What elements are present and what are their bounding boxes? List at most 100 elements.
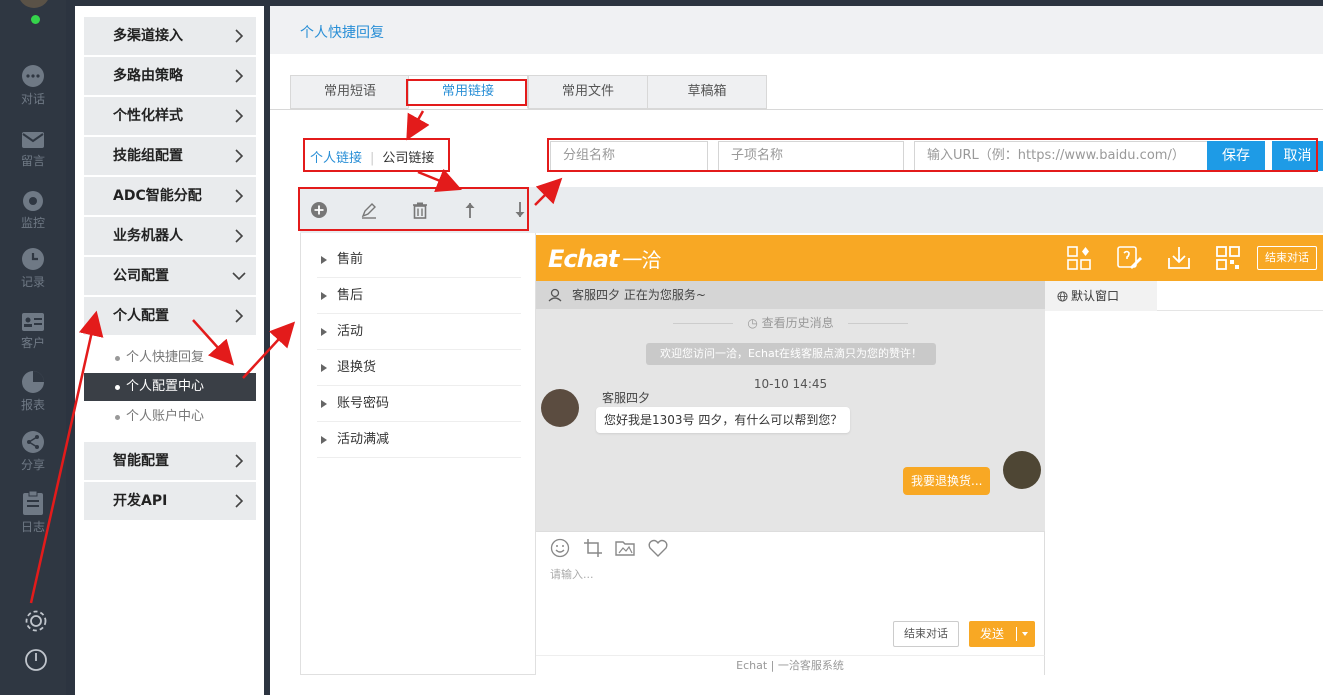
user-message-bubble: 我要退换货... <box>903 467 991 495</box>
rail-item-reports[interactable]: 报表 <box>0 370 66 430</box>
sub-item-personal-config-center[interactable]: 个人配置中心 <box>84 373 256 401</box>
history-text: 查看历史消息 <box>761 316 834 330</box>
rail-item-logs[interactable]: 日志 <box>0 490 66 550</box>
rail-item-chat[interactable]: 对话 <box>0 64 66 124</box>
child-name-input[interactable]: 子项名称 <box>718 141 904 171</box>
user-avatar <box>1003 451 1041 489</box>
rail-label: 报表 <box>20 398 45 412</box>
menu-item-company[interactable]: 公司配置 <box>84 257 256 295</box>
send-button[interactable]: 发送 <box>969 621 1035 647</box>
rail-item-share[interactable]: 分享 <box>0 430 66 490</box>
menu-item-adc[interactable]: ADC智能分配 <box>84 177 256 215</box>
tree-item[interactable]: 活动满减 <box>317 422 521 458</box>
history-clock-icon: ◷ <box>747 316 762 330</box>
rail-label: 日志 <box>20 520 45 534</box>
agent-message-bubble: 您好我是1303号 四夕，有什么可以帮到您？ <box>596 407 851 433</box>
switch-separator: | <box>370 151 375 166</box>
message-input-placeholder[interactable]: 请输入... <box>550 566 594 582</box>
link-group-tree: 售前 售后 活动 退换货 账号密码 活动满减 <box>300 233 536 675</box>
move-down-arrow-icon[interactable] <box>511 201 529 219</box>
tabs-divider <box>270 109 1323 110</box>
save-button[interactable]: 保存 <box>1207 141 1265 171</box>
send-label: 发送 <box>980 627 1005 641</box>
screenshot-crop-icon[interactable] <box>583 538 603 558</box>
chevron-right-icon <box>235 309 244 323</box>
logo-cn-text: 一洽 <box>622 248 661 272</box>
tree-item[interactable]: 退换货 <box>317 350 521 386</box>
menu-item-routing[interactable]: 多路由策略 <box>84 57 256 95</box>
side-tab-divider <box>1157 310 1323 311</box>
trash-icon[interactable] <box>411 201 429 219</box>
tab-common-links[interactable]: 常用链接 <box>408 75 528 109</box>
chevron-right-icon <box>235 69 244 83</box>
sub-item-personal-quick-reply[interactable]: 个人快捷回复 <box>84 344 256 372</box>
download-icon[interactable] <box>1166 245 1192 271</box>
cancel-button[interactable]: 取消 <box>1272 141 1323 171</box>
default-window-tab[interactable]: 默认窗口 <box>1045 281 1157 311</box>
apps-grid-icon[interactable] <box>1066 245 1092 271</box>
edit-pencil-icon[interactable] <box>360 201 378 219</box>
rail-item-monitor[interactable]: 监控 <box>0 190 66 250</box>
menu-item-multichannel[interactable]: 多渠道接入 <box>84 17 256 55</box>
tree-item[interactable]: 活动 <box>317 314 521 350</box>
view-history-link[interactable]: ◷ 查看历史消息 <box>536 314 1045 331</box>
chevron-right-icon <box>235 229 244 243</box>
agent-status-bar: 客服四夕 正在为您服务~ <box>536 281 1045 309</box>
folder-file-icon[interactable] <box>615 538 635 558</box>
rail-item-message[interactable]: 留言 <box>0 130 66 190</box>
sub-item-label: 个人账户中心 <box>126 409 205 424</box>
personal-links-toggle[interactable]: 个人链接 <box>310 151 362 166</box>
menu-item-style[interactable]: 个性化样式 <box>84 97 256 135</box>
tree-item[interactable]: 账号密码 <box>317 386 521 422</box>
chevron-right-icon <box>235 454 244 468</box>
menu-item-personal[interactable]: 个人配置 <box>84 297 256 335</box>
menu-item-label: 多渠道接入 <box>113 28 183 44</box>
content-header: 个人快捷回复 <box>270 6 1323 54</box>
share-icon <box>22 431 44 453</box>
user-avatar[interactable] <box>18 0 50 8</box>
url-input[interactable]: 输入URL（例：https://www.baidu.com/） <box>914 141 1208 171</box>
agent-status-text: 客服四夕 正在为您服务~ <box>572 288 706 302</box>
menu-item-smart[interactable]: 智能配置 <box>84 442 256 480</box>
sub-item-label: 个人配置中心 <box>126 379 205 394</box>
tab-common-files[interactable]: 常用文件 <box>528 75 648 109</box>
rail-item-customers[interactable]: 客户 <box>0 312 66 372</box>
chat-input-area: 请输入... 结束对话 发送 <box>536 531 1045 655</box>
move-up-arrow-icon[interactable] <box>461 201 479 219</box>
group-name-input[interactable]: 分组名称 <box>550 141 708 171</box>
chat-header: Echat 一洽 结束对话 <box>536 235 1323 281</box>
emoji-icon[interactable] <box>550 538 570 558</box>
power-icon[interactable] <box>23 647 49 673</box>
sub-item-personal-account[interactable]: 个人账户中心 <box>84 403 256 431</box>
chevron-down-icon <box>232 272 246 281</box>
welcome-notice: 欢迎您访问一洽，Echat在线客服点滴只为您的赞许！ <box>646 343 936 365</box>
menu-item-api[interactable]: 开发API <box>84 482 256 520</box>
rail-label: 留言 <box>20 154 45 168</box>
menu-item-label: 公司配置 <box>113 268 169 284</box>
feedback-edit-icon[interactable] <box>1116 245 1142 271</box>
tree-item[interactable]: 售后 <box>317 278 521 314</box>
menu-item-label: ADC智能分配 <box>113 188 202 204</box>
end-chat-header-button[interactable]: 结束对话 <box>1257 246 1317 270</box>
settings-gear-icon[interactable] <box>23 608 49 634</box>
end-chat-button[interactable]: 结束对话 <box>893 621 959 647</box>
agent-user-icon <box>548 288 562 302</box>
menu-item-bot[interactable]: 业务机器人 <box>84 217 256 255</box>
tab-common-phrases[interactable]: 常用短语 <box>290 75 410 109</box>
qr-code-icon[interactable] <box>1215 245 1241 271</box>
settings-menu: 多渠道接入 多路由策略 个性化样式 技能组配置 ADC智能分配 业务机器人 公司… <box>75 6 264 695</box>
company-links-toggle[interactable]: 公司链接 <box>382 151 434 166</box>
send-options-caret-icon[interactable] <box>1022 632 1028 636</box>
tree-item[interactable]: 售前 <box>317 242 521 278</box>
menu-item-skill-group[interactable]: 技能组配置 <box>84 137 256 175</box>
rail-label: 记录 <box>20 275 45 289</box>
online-status-dot <box>31 15 40 24</box>
tab-drafts[interactable]: 草稿箱 <box>647 75 767 109</box>
rating-heart-icon[interactable] <box>648 538 668 558</box>
app-icon-rail: 对话 留言 监控 记录 客户 报表 分享 日志 <box>0 0 66 695</box>
add-circle-icon[interactable] <box>310 201 328 219</box>
rail-label: 对话 <box>20 92 45 106</box>
menu-item-label: 个人配置 <box>113 308 169 324</box>
rail-item-records[interactable]: 记录 <box>0 247 66 307</box>
chevron-right-icon <box>235 109 244 123</box>
